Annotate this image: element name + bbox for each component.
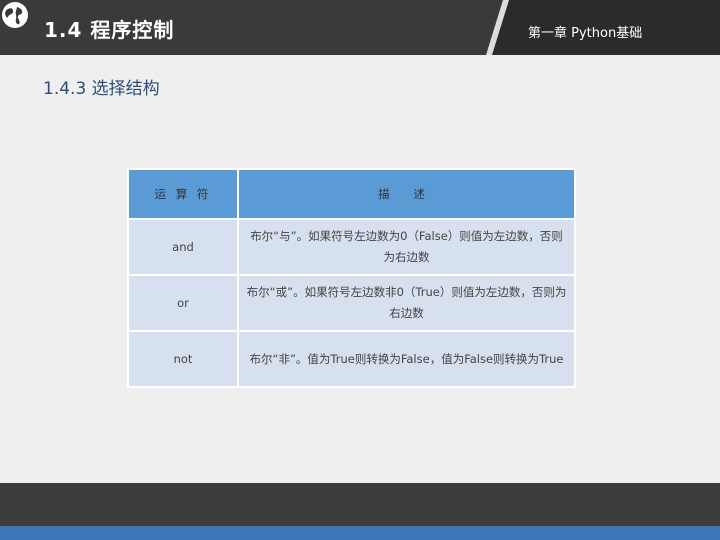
footer-bar (0, 483, 720, 526)
section-title: 1.4 程序控制 (44, 18, 175, 42)
description-cell: 布尔“或”。如果符号左边数非0（True）则值为左边数，否则为右边数 (237, 274, 576, 332)
description-cell: 布尔“与”。如果符号左边数为0（False）则值为左边数，否则为右边数 (237, 218, 576, 276)
table-row: not 布尔“非”。值为True则转换为False，值为False则转换为Tru… (127, 330, 576, 388)
operator-cell: and (127, 218, 239, 276)
table-header-description: 描 述 (237, 168, 576, 220)
description-cell: 布尔“非”。值为True则转换为False，值为False则转换为True (237, 330, 576, 388)
operator-cell: not (127, 330, 239, 388)
table-header-operator: 运 算 符 (127, 168, 239, 220)
operator-cell: or (127, 274, 239, 332)
table-header-row: 运 算 符 描 述 (127, 168, 576, 220)
table-row: or 布尔“或”。如果符号左边数非0（True）则值为左边数，否则为右边数 (127, 274, 576, 332)
operator-table: 运 算 符 描 述 and 布尔“与”。如果符号左边数为0（False）则值为左… (127, 168, 576, 388)
table-row: and 布尔“与”。如果符号左边数为0（False）则值为左边数，否则为右边数 (127, 218, 576, 276)
subsection-title: 1.4.3 选择结构 (43, 79, 160, 99)
footer-accent-line (0, 526, 720, 540)
header-bar: 1.4 程序控制 第一章 Python基础 (0, 0, 720, 55)
globe-icon (2, 2, 28, 28)
chapter-label: 第一章 Python基础 (528, 26, 643, 41)
